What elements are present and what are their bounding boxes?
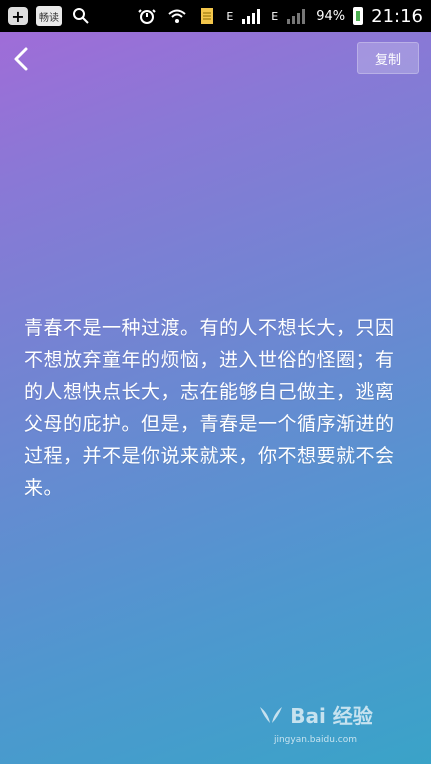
wifi-icon bbox=[166, 5, 188, 27]
clock: 21:16 bbox=[371, 5, 423, 27]
battery-percent: 94% bbox=[316, 8, 346, 24]
status-left: + 畅读 bbox=[8, 5, 92, 27]
back-button[interactable] bbox=[6, 44, 36, 74]
copy-button-label: 复制 bbox=[374, 52, 401, 68]
search-icon bbox=[70, 5, 92, 27]
wings-icon bbox=[260, 707, 283, 723]
signal-type-2: E bbox=[271, 9, 279, 23]
add-notification-icon: + bbox=[8, 7, 28, 26]
signal-type-1: E bbox=[226, 9, 234, 23]
copy-button[interactable]: 复制 bbox=[357, 42, 419, 74]
battery-icon bbox=[353, 7, 364, 25]
watermark-brand: Bai 经验 bbox=[290, 703, 373, 728]
signal-icon bbox=[241, 5, 263, 27]
watermark-logo: Bai 经验 bbox=[258, 700, 373, 729]
quote-text: 青春不是一种过渡。有的人不想长大，只因不想放弃童年的烦恼，进入世俗的怪圈；有的人… bbox=[24, 317, 395, 499]
watermark-url: jingyan.baidu.com bbox=[273, 734, 358, 745]
reader-app-icon: 畅读 bbox=[36, 6, 62, 26]
status-bar: + 畅读 E E 94% 21:16 bbox=[0, 0, 431, 32]
reader-app-label: 畅读 bbox=[39, 12, 59, 24]
status-right: E E 94% 21:16 bbox=[136, 5, 423, 27]
signal-icon-2 bbox=[286, 5, 308, 27]
document-icon bbox=[196, 5, 218, 27]
alarm-icon bbox=[136, 5, 158, 27]
chevron-left-icon bbox=[14, 47, 28, 71]
baidu-watermark: Bai 经验 jingyan.baidu.com bbox=[200, 680, 431, 764]
